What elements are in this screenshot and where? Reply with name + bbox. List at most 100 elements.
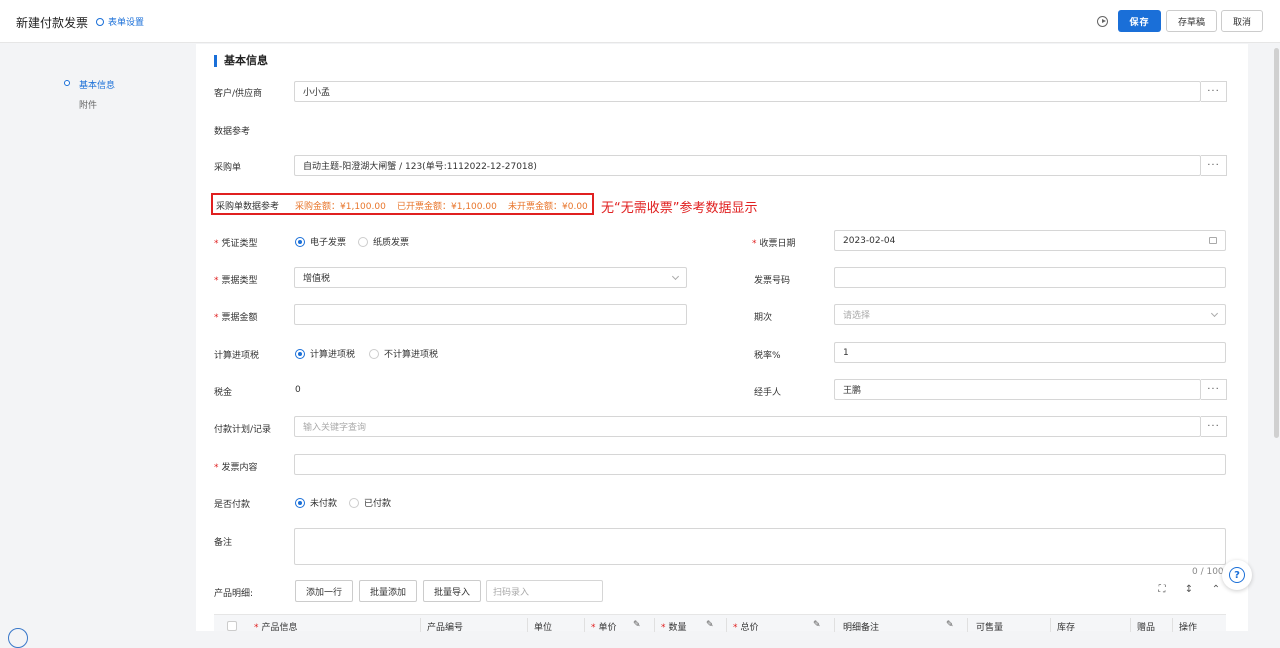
batch-import-button[interactable]: 批量导入	[423, 580, 481, 602]
sidebar-item-basic-info[interactable]: 基本信息	[79, 78, 115, 91]
voucher-electronic-radio[interactable]: 电子发票	[295, 235, 346, 248]
data-ref-label: 数据参考	[214, 127, 251, 137]
input-tax-nocalc-radio[interactable]: 不计算进项税	[369, 347, 438, 360]
invoice-no-label: 发票号码	[754, 276, 791, 286]
invoiced-amount: 已开票金额：¥1,100.00	[397, 202, 497, 212]
scan-input[interactable]: 扫码录入	[486, 580, 603, 602]
column-divider	[834, 618, 835, 632]
period-select[interactable]: 请选择	[834, 304, 1226, 325]
tax-label: 税金	[214, 388, 233, 398]
paid-radio[interactable]: 已付款	[349, 496, 391, 509]
po-input[interactable]: 自动主题-阳澄湖大闸蟹 / 123(单号:1112022-12-27018)	[294, 155, 1201, 176]
handler-more-button[interactable]: ···	[1201, 379, 1227, 400]
column-divider	[726, 618, 727, 632]
sidebar	[0, 44, 196, 631]
customer-input[interactable]: 小小孟	[294, 81, 1201, 102]
top-bar: 新建付款发票 表单设置 保存 存草稿 取消	[0, 0, 1280, 43]
edit-icon[interactable]: ✎	[946, 620, 954, 630]
column-divider	[584, 618, 585, 632]
chevron-down-icon	[1210, 309, 1219, 318]
play-icon[interactable]	[1097, 16, 1108, 27]
column-divider	[1172, 618, 1173, 632]
col-sellable: 可售量	[976, 623, 1004, 633]
col-stock: 库存	[1057, 623, 1076, 633]
payment-plan-label: 付款计划/记录	[214, 425, 272, 435]
customer-more-button[interactable]: ···	[1201, 81, 1227, 102]
products-label: 产品明细:	[214, 589, 254, 599]
form-settings-label: 表单设置	[108, 18, 145, 28]
column-divider	[1130, 618, 1131, 632]
invoice-no-input[interactable]	[834, 267, 1226, 288]
sidebar-item-attachments[interactable]: 附件	[79, 98, 97, 111]
sort-icon[interactable]: ↕	[1184, 585, 1194, 595]
col-product-info: * 产品信息	[254, 623, 298, 633]
help-button[interactable]: ?	[1222, 560, 1252, 590]
bill-type-label: * 票据类型	[214, 276, 258, 286]
chevron-up-icon[interactable]: ⌃	[1211, 585, 1221, 595]
col-quantity: * 数量	[661, 623, 687, 633]
scrollbar-thumb[interactable]	[1274, 48, 1279, 438]
edit-icon[interactable]: ✎	[813, 620, 821, 630]
po-more-button[interactable]: ···	[1201, 155, 1227, 176]
input-tax-label: 计算进项税	[214, 351, 260, 361]
invoice-content-input[interactable]	[294, 454, 1226, 475]
edit-icon[interactable]: ✎	[633, 620, 641, 630]
col-unit-price: * 单价	[591, 623, 617, 633]
customer-label: 客户/供应商	[214, 89, 263, 99]
column-divider	[654, 618, 655, 632]
form-settings-link[interactable]: 表单设置	[96, 15, 144, 28]
fullscreen-icon[interactable]: ⛶	[1157, 585, 1167, 595]
remark-char-count: 0 / 100	[1192, 567, 1224, 577]
edit-icon[interactable]: ✎	[706, 620, 714, 630]
po-ref-label: 采购单数据参考	[216, 202, 280, 212]
tax-rate-input[interactable]: 1	[834, 342, 1226, 363]
gear-icon	[96, 17, 104, 26]
floating-circle-icon[interactable]	[8, 628, 28, 648]
col-product-code: 产品编号	[427, 623, 464, 633]
handler-input[interactable]: 王鹏	[834, 379, 1201, 400]
annotation-note: 无“无需收票”参考数据显示	[601, 201, 758, 216]
payment-plan-more-button[interactable]: ···	[1201, 416, 1227, 437]
cancel-button[interactable]: 取消	[1221, 10, 1263, 32]
tax-rate-label: 税率%	[754, 351, 781, 361]
paid-label: 是否付款	[214, 500, 251, 510]
unpaid-radio[interactable]: 未付款	[295, 496, 337, 509]
column-divider	[1050, 618, 1051, 632]
bill-amount-input[interactable]	[294, 304, 687, 325]
col-detail-remark: 明细备注	[843, 623, 880, 633]
remark-textarea[interactable]	[294, 528, 1226, 565]
col-total: * 总价	[733, 623, 759, 633]
select-all-checkbox[interactable]	[227, 621, 237, 631]
uninvoiced-amount: 未开票金额：¥0.00	[508, 202, 588, 212]
voucher-paper-radio[interactable]: 纸质发票	[358, 235, 409, 248]
active-dot-icon	[64, 80, 70, 86]
batch-add-button[interactable]: 批量添加	[359, 580, 417, 602]
question-icon: ?	[1229, 567, 1245, 583]
po-amount: 采购金额：¥1,100.00	[295, 202, 386, 212]
add-row-button[interactable]: 添加一行	[295, 580, 353, 602]
receive-date-input[interactable]: 2023-02-04	[834, 230, 1226, 251]
remark-label: 备注	[214, 538, 233, 548]
handler-label: 经手人	[754, 388, 782, 398]
products-table-header: * 产品信息 产品编号 单位 * 单价 ✎ * 数量 ✎ * 总价 ✎ 明细备注 ✎ 可…	[214, 614, 1226, 633]
receive-date-label: * 收票日期	[752, 239, 796, 249]
voucher-type-label: * 凭证类型	[214, 239, 258, 249]
column-divider	[527, 618, 528, 632]
bill-amount-label: * 票据金额	[214, 313, 258, 323]
invoice-content-label: * 发票内容	[214, 463, 258, 473]
column-divider	[967, 618, 968, 632]
col-unit: 单位	[534, 623, 553, 633]
col-gift: 赠品	[1137, 623, 1156, 633]
save-draft-button[interactable]: 存草稿	[1166, 10, 1217, 32]
section-title: 基本信息	[214, 55, 268, 67]
page-title: 新建付款发票	[16, 16, 89, 30]
chevron-down-icon	[671, 272, 680, 281]
tax-value: 0	[295, 385, 301, 395]
bill-type-select[interactable]: 增值税	[294, 267, 687, 288]
save-button[interactable]: 保存	[1118, 10, 1161, 32]
period-label: 期次	[754, 313, 773, 323]
payment-plan-input[interactable]: 输入关键字查询	[294, 416, 1201, 437]
calendar-icon	[1209, 237, 1217, 244]
input-tax-calc-radio[interactable]: 计算进项税	[295, 347, 355, 360]
column-divider	[420, 618, 421, 632]
